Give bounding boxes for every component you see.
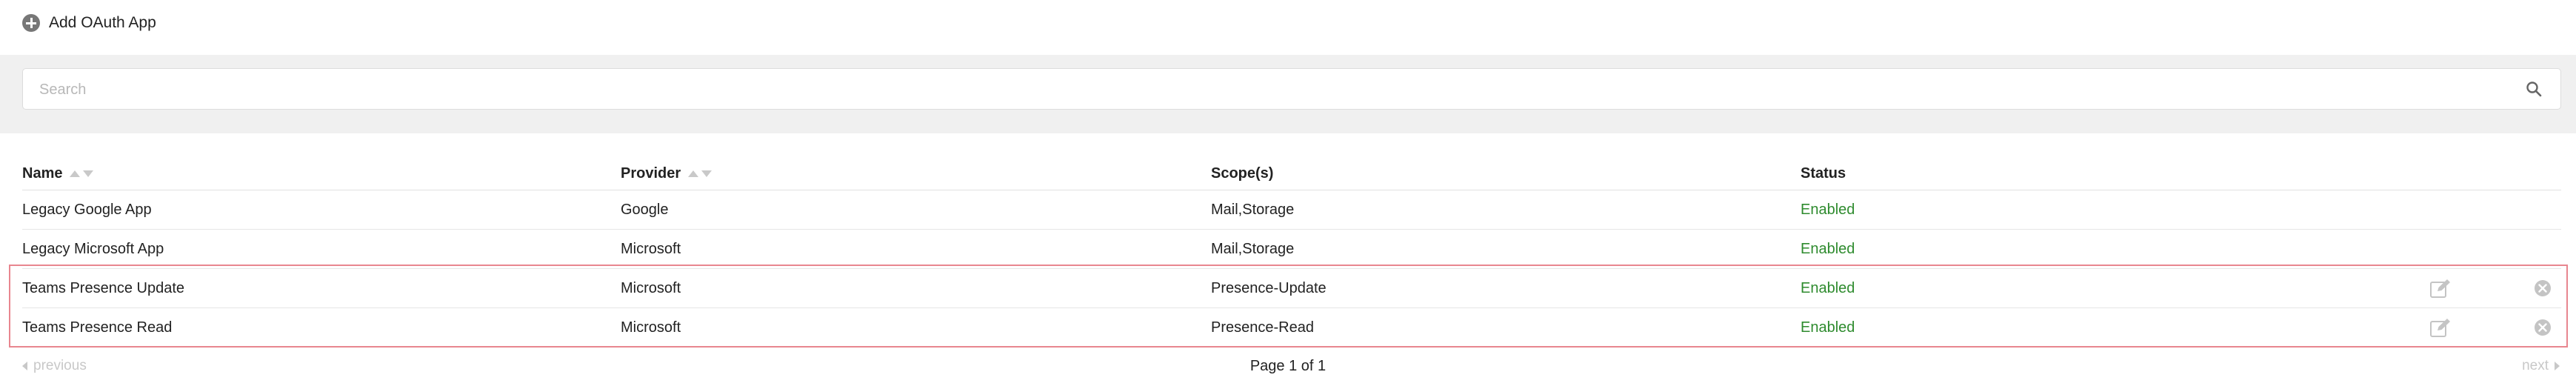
row-provider: Microsoft [621, 319, 681, 336]
status-badge: Enabled [1801, 202, 1855, 218]
row-name: Legacy Microsoft App [22, 241, 164, 257]
next-page-link[interactable]: next [2522, 351, 2560, 381]
column-header-status: Status [1801, 157, 1846, 190]
delete-icon[interactable] [2534, 279, 2552, 297]
edit-icon[interactable] [2429, 317, 2452, 338]
table-row[interactable]: Legacy Google App Google Mail,Storage En… [22, 190, 2561, 230]
table-header: Name Provider Scope(s) Status [22, 157, 2561, 190]
table-row[interactable]: Legacy Microsoft App Microsoft Mail,Stor… [22, 230, 2561, 269]
add-oauth-app-button[interactable]: Add OAuth App [22, 10, 156, 36]
search-icon[interactable] [2525, 80, 2543, 98]
column-header-label: Scope(s) [1211, 165, 1274, 182]
row-scopes: Presence-Read [1211, 319, 1314, 336]
status-badge: Enabled [1801, 319, 1855, 336]
search-band [0, 55, 2576, 133]
row-name: Teams Presence Read [22, 319, 173, 336]
column-header-scopes: Scope(s) [1211, 157, 1273, 190]
row-name: Legacy Google App [22, 202, 152, 218]
pagination: previous Page 1 of 1 next [0, 351, 2576, 381]
row-scopes: Mail,Storage [1211, 241, 1295, 257]
column-header-provider[interactable]: Provider [621, 157, 713, 190]
status-badge: Enabled [1801, 241, 1855, 257]
status-badge: Enabled [1801, 280, 1855, 296]
sort-arrows-icon[interactable] [688, 170, 713, 177]
column-header-label: Status [1801, 165, 1846, 182]
oauth-apps-table: Name Provider Scope(s) Status Legacy Goo… [22, 157, 2561, 348]
row-provider: Google [621, 202, 669, 218]
row-scopes: Presence-Update [1211, 280, 1327, 296]
chevron-right-icon [2555, 362, 2560, 370]
table-row[interactable]: Teams Presence Read Microsoft Presence-R… [22, 308, 2561, 348]
row-provider: Microsoft [621, 241, 681, 257]
row-scopes: Mail,Storage [1211, 202, 1295, 218]
delete-icon[interactable] [2534, 319, 2552, 336]
row-name: Teams Presence Update [22, 280, 185, 296]
column-header-name[interactable]: Name [22, 157, 94, 190]
search-input[interactable] [38, 69, 2515, 110]
page-info: Page 1 of 1 [1249, 358, 1327, 374]
column-header-label: Provider [621, 165, 681, 182]
add-oauth-app-label: Add OAuth App [49, 14, 156, 31]
search-box [22, 68, 2561, 110]
table-row[interactable]: Teams Presence Update Microsoft Presence… [22, 269, 2561, 308]
row-provider: Microsoft [621, 280, 681, 296]
column-header-label: Name [22, 165, 63, 182]
sort-arrows-icon[interactable] [70, 170, 94, 177]
edit-icon[interactable] [2429, 278, 2452, 299]
next-label: next [2522, 358, 2549, 373]
plus-circle-icon [22, 14, 40, 32]
